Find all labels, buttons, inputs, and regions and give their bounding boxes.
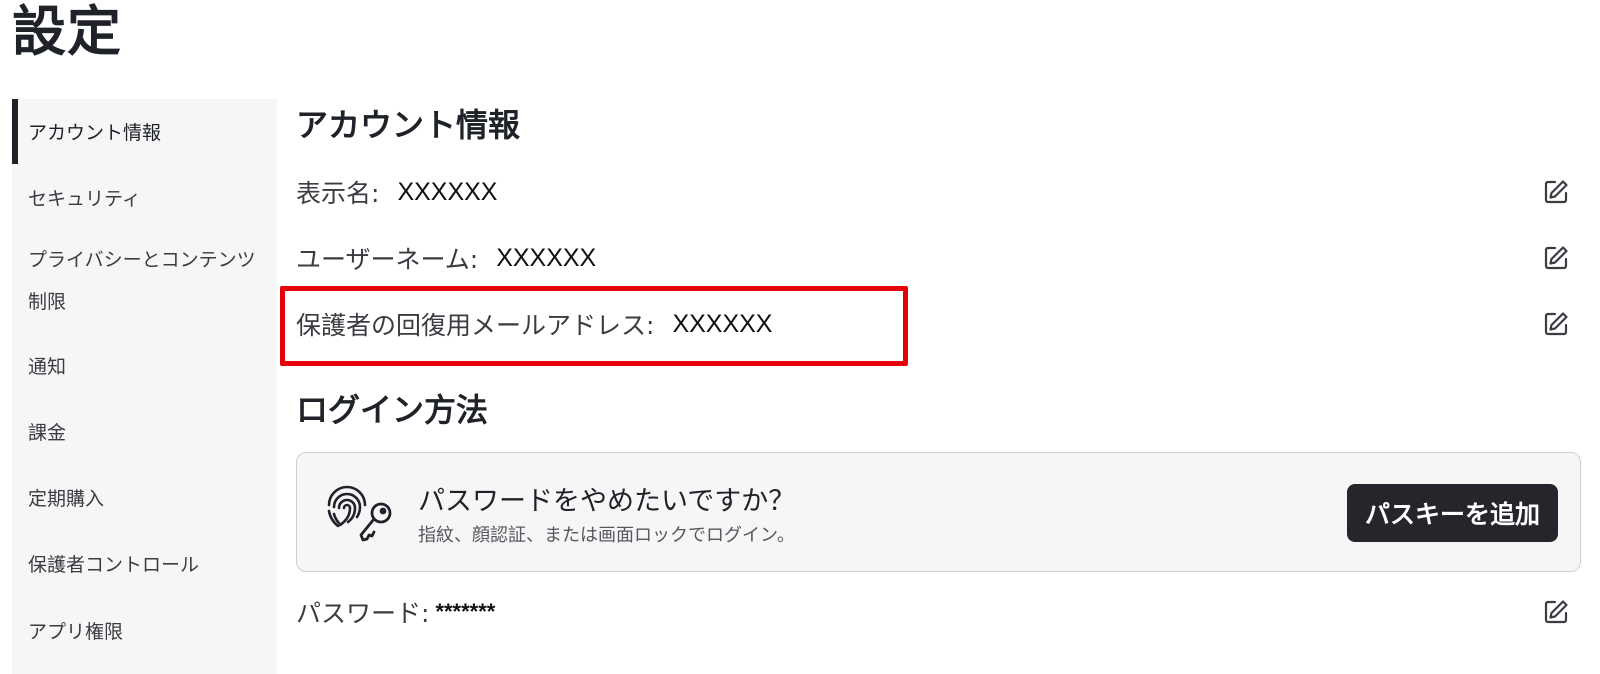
display-name-value: XXXXXX: [397, 177, 498, 206]
sidebar-item-notifications[interactable]: 通知: [12, 332, 277, 398]
sidebar-item-label: 課金: [28, 421, 67, 444]
account-info-heading: アカウント情報: [296, 106, 521, 144]
sidebar-item-label: 通知: [28, 355, 67, 378]
passkey-title: パスワードをやめたいですか？: [418, 486, 796, 517]
username-label: ユーザーネーム:: [296, 245, 479, 274]
passkey-card: パスワードをやめたいですか？ 指紋、顔認証、または画面ロックでログイン。 パスキ…: [296, 452, 1581, 572]
sidebar-item-subscriptions[interactable]: 定期購入: [12, 464, 277, 530]
password-row: パスワード: *******: [296, 590, 1576, 634]
parent-recovery-email-row: 保護者の回復用メールアドレス: XXXXXX: [296, 302, 1576, 346]
display-name-label: 表示名:: [296, 179, 380, 208]
password-label: パスワード:: [296, 599, 430, 628]
username-row: ユーザーネーム: XXXXXX: [296, 236, 1576, 280]
sidebar-item-label-line1: プライバシーとコンテンツ: [28, 249, 256, 271]
main-content: アカウント情報 表示名: XXXXXX ユーザーネーム: XXXXXX 保護者の…: [296, 0, 1586, 674]
edit-icon[interactable]: [1542, 178, 1570, 206]
passkey-subtitle: 指紋、顔認証、または画面ロックでログイン。: [418, 525, 795, 546]
page-title: 設定: [12, 0, 122, 63]
sidebar-item-security[interactable]: セキュリティ: [12, 164, 277, 230]
edit-icon[interactable]: [1542, 598, 1570, 626]
edit-icon[interactable]: [1542, 244, 1570, 272]
edit-icon[interactable]: [1542, 310, 1570, 338]
sidebar-item-label: セキュリティ: [28, 187, 141, 210]
sidebar-item-account-info[interactable]: アカウント情報: [12, 99, 277, 164]
username-value: XXXXXX: [496, 243, 597, 272]
sidebar-item-label-line2: 制限: [28, 291, 67, 313]
sidebar-item-label: 保護者コントロール: [28, 554, 200, 576]
sidebar-item-billing[interactable]: 課金: [12, 398, 277, 464]
fingerprint-key-icon: [327, 485, 392, 542]
password-value: *******: [435, 599, 496, 624]
sidebar-item-label: 定期購入: [28, 487, 105, 510]
parent-recovery-email-label: 保護者の回復用メールアドレス:: [296, 311, 655, 340]
sidebar-item-label: アプリ権限: [28, 620, 124, 643]
display-name-row: 表示名: XXXXXX: [296, 170, 1576, 214]
parent-recovery-email-value: XXXXXX: [672, 309, 773, 338]
settings-sidebar: アカウント情報 セキュリティ プライバシーとコンテンツ 制限 通知 課金 定期購…: [12, 99, 277, 674]
sidebar-item-label: アカウント情報: [28, 122, 162, 144]
active-indicator: [12, 99, 18, 164]
login-methods-heading: ログイン方法: [296, 391, 489, 429]
sidebar-item-privacy-restrictions[interactable]: プライバシーとコンテンツ 制限: [12, 230, 277, 332]
sidebar-item-app-permissions[interactable]: アプリ権限: [12, 597, 277, 663]
add-passkey-button[interactable]: パスキーを追加: [1346, 484, 1558, 542]
sidebar-item-parental-controls[interactable]: 保護者コントロール: [12, 530, 277, 597]
